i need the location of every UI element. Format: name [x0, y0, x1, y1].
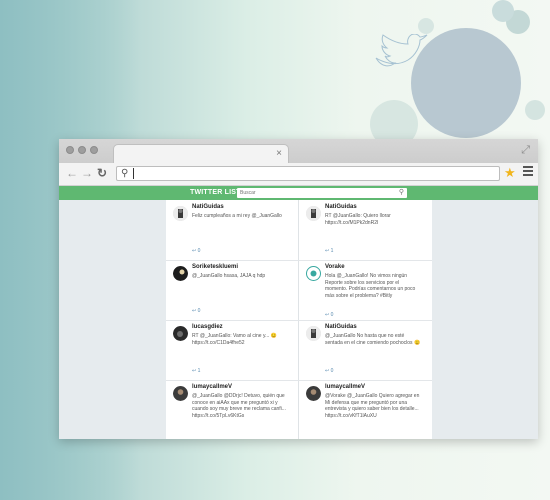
- reply-count[interactable]: ↩ 1: [325, 248, 333, 254]
- reply-count[interactable]: ↩ 0: [325, 312, 333, 318]
- fullscreen-icon[interactable]: ⤢: [521, 144, 530, 157]
- tweet-username[interactable]: NatiGuidas: [325, 204, 357, 210]
- search-field[interactable]: ⚲: [237, 188, 407, 198]
- tweet-text: @_JuanGallo @DDrjc! Detuvo, quién que co…: [192, 393, 286, 419]
- tweet-card[interactable]: Soriketeskluemi @_JuanGallo hsasa, JAJA …: [166, 260, 294, 320]
- reload-icon[interactable]: ↻: [97, 166, 107, 180]
- reply-count[interactable]: ↩ 1: [192, 368, 200, 374]
- star-icon[interactable]: ★: [504, 165, 516, 180]
- reply-icon: ↩: [325, 312, 330, 318]
- forward-icon[interactable]: →: [81, 166, 93, 180]
- app-title: TWITTER LIST: [190, 189, 241, 196]
- tweet-username[interactable]: NatiGuidas: [325, 324, 357, 330]
- avatar[interactable]: [306, 206, 321, 221]
- tweet-username[interactable]: Vorake: [325, 264, 345, 270]
- tweet-card[interactable]: NatiGuidas Feliz cumpleaños a mi rey @_J…: [166, 200, 294, 260]
- reply-count[interactable]: ↩ 0: [192, 308, 200, 314]
- minimize-window-button[interactable]: [78, 146, 86, 154]
- back-icon[interactable]: ←: [66, 166, 78, 180]
- tab-close-icon[interactable]: ×: [276, 148, 282, 160]
- tweet-card[interactable]: lumaycallmeV @Vorake @_JuanGallo Quiero …: [299, 380, 427, 439]
- twitter-bird-icon: [375, 34, 428, 67]
- avatar[interactable]: [173, 326, 188, 341]
- reply-icon: ↩: [192, 368, 197, 374]
- tweet-feed: NatiGuidas Feliz cumpleaños a mi rey @_J…: [166, 200, 432, 439]
- tweet-username[interactable]: lucasgdiez: [192, 324, 223, 330]
- avatar[interactable]: [306, 386, 321, 401]
- tweet-card[interactable]: Vorake Hola @_JuanGallo! No vimos ningún…: [299, 260, 427, 320]
- browser-toolbar: ← → ↻ ⚲ ★: [59, 163, 538, 186]
- menu-icon[interactable]: [523, 166, 533, 178]
- tweet-text: @_JuanGallo hsasa, JAJA q hdp: [192, 273, 266, 279]
- avatar[interactable]: [306, 326, 321, 341]
- tweet-text: @_JuanGallo No hasta que no esté sentada…: [325, 333, 421, 346]
- tweet-card[interactable]: lumaycallmeV @_JuanGallo @DDrjc! Detuvo,…: [166, 380, 294, 439]
- decor-circle: [492, 0, 514, 22]
- tab-bar: × ⤢: [59, 139, 538, 163]
- decor-circle: [525, 100, 545, 120]
- search-icon: ⚲: [121, 168, 129, 179]
- tweet-card[interactable]: lucasgdiez RT @_JuanGallo: Vamo al cine …: [166, 320, 294, 380]
- close-window-button[interactable]: [66, 146, 74, 154]
- search-input[interactable]: [240, 188, 390, 198]
- tweet-text: Feliz cumpleaños a mi rey @_JuanGallo: [192, 213, 282, 219]
- app-header: TWITTER LIST ⚲: [59, 186, 538, 200]
- browser-window: × ⤢ ← → ↻ ⚲ ★ TWITTER LIST ⚲: [59, 139, 538, 439]
- avatar[interactable]: [173, 206, 188, 221]
- avatar[interactable]: [173, 266, 188, 281]
- reply-icon: ↩: [325, 368, 330, 374]
- browser-tab[interactable]: ×: [113, 144, 289, 163]
- reply-icon: ↩: [192, 248, 197, 254]
- reply-icon: ↩: [192, 308, 197, 314]
- decor-circle: [418, 18, 434, 34]
- page-content: TWITTER LIST ⚲ NatiGuidas Feliz cumpleañ…: [59, 186, 538, 439]
- tweet-card[interactable]: NatiGuidas RT @JuanGallo: Quiero llorar …: [299, 200, 427, 260]
- tweet-text: Hola @_JuanGallo! No vimos ningún Report…: [325, 273, 416, 299]
- tweet-text: RT @_JuanGallo: Vamo al cine y... 😐 http…: [192, 333, 277, 346]
- reply-count[interactable]: ↩ 0: [325, 368, 333, 374]
- avatar[interactable]: [173, 386, 188, 401]
- tweet-username[interactable]: NatiGuidas: [192, 204, 224, 210]
- tweet-card[interactable]: NatiGuidas @_JuanGallo No hasta que no e…: [299, 320, 427, 380]
- tweet-username[interactable]: lumaycallmeV: [192, 384, 232, 390]
- tweet-username[interactable]: Soriketeskluemi: [192, 264, 238, 270]
- reply-icon: ↩: [325, 248, 330, 254]
- url-input[interactable]: [133, 168, 474, 179]
- tweet-text: @Vorake @_JuanGallo Quiero agregar en Mi…: [325, 393, 420, 419]
- reply-count[interactable]: ↩ 0: [192, 248, 200, 254]
- tweet-username[interactable]: lumaycallmeV: [325, 384, 365, 390]
- address-bar[interactable]: ⚲: [116, 166, 500, 181]
- avatar[interactable]: [306, 266, 321, 281]
- search-icon[interactable]: ⚲: [399, 188, 404, 198]
- maximize-window-button[interactable]: [90, 146, 98, 154]
- tweet-text: RT @JuanGallo: Quiero llorar https://t.c…: [325, 213, 391, 226]
